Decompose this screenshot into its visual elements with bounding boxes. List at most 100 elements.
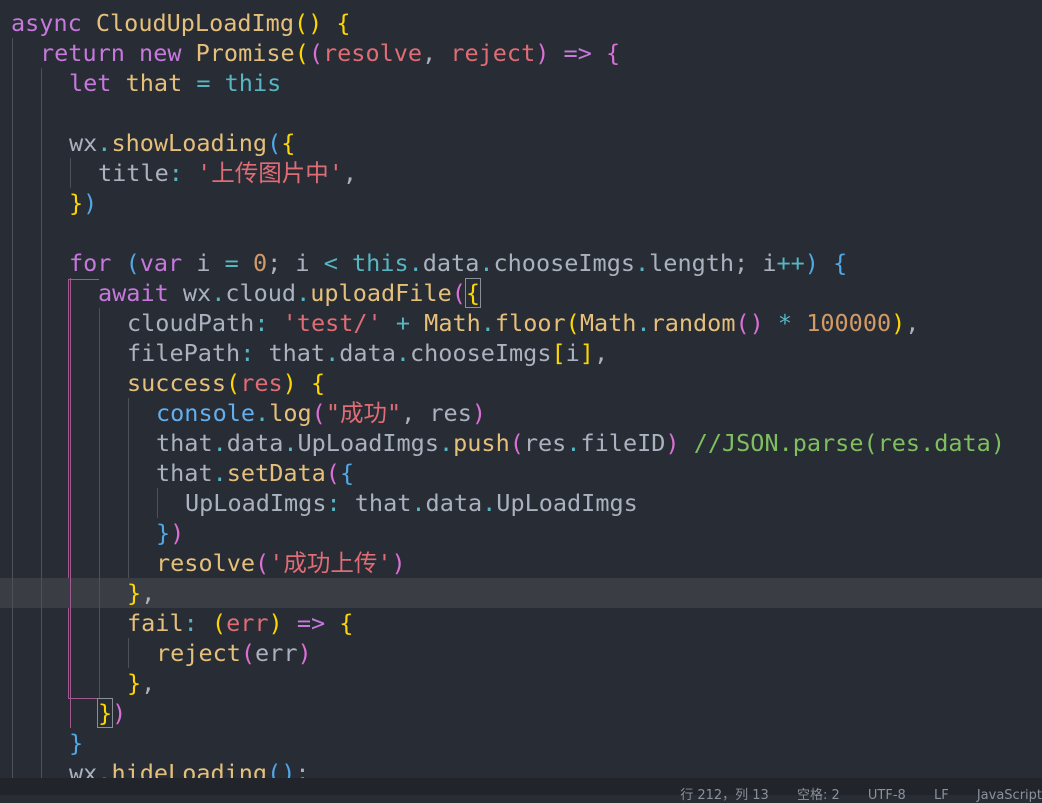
code-text: success(res) {	[127, 368, 325, 398]
code-line[interactable]: cloudPath: 'test/' + Math.floor(Math.ran…	[0, 308, 1042, 338]
code-token: await	[98, 279, 183, 307]
code-token: Math	[579, 309, 637, 337]
code-line[interactable]: })	[0, 698, 1042, 728]
code-line[interactable]: title: '上传图片中',	[0, 158, 1042, 188]
code-token: Promise	[195, 39, 295, 67]
code-line[interactable]: console.log("成功", res)	[0, 398, 1042, 428]
code-line[interactable]: return new Promise((resolve, reject) => …	[0, 38, 1042, 68]
code-token: =>	[296, 609, 326, 637]
status-encoding[interactable]: UTF-8	[868, 788, 906, 803]
status-indentation[interactable]: 空格: 2	[797, 788, 840, 803]
code-line[interactable]: UpLoadImgs: that.data.UpLoadImgs	[0, 488, 1042, 518]
code-token: .	[325, 339, 340, 367]
code-token: (	[125, 249, 140, 277]
code-text: return new Promise((resolve, reject) => …	[40, 38, 620, 68]
code-token: .	[566, 429, 581, 457]
code-text: that.setData({	[156, 458, 354, 488]
code-token: reject	[450, 39, 536, 67]
code-text: })	[156, 518, 184, 548]
code-token: )	[170, 519, 185, 547]
code-token: ()	[735, 309, 764, 337]
code-line[interactable]: },	[0, 578, 1042, 608]
code-token: +	[395, 309, 411, 337]
code-token: =>	[563, 39, 592, 67]
code-token: )	[282, 369, 297, 397]
code-token: .	[635, 249, 650, 277]
code-line[interactable]: that.setData({	[0, 458, 1042, 488]
code-line[interactable]: wx.showLoading({	[0, 128, 1042, 158]
indent-guide	[41, 638, 42, 668]
code-token: for	[69, 249, 126, 277]
code-line[interactable]: filePath: that.data.chooseImgs[i],	[0, 338, 1042, 368]
code-editor[interactable]: async CloudUpLoadImg() {return new Promi…	[0, 0, 1042, 778]
code-token: )	[804, 249, 819, 277]
indent-guide	[99, 488, 100, 518]
code-token: .	[482, 489, 497, 517]
indent-guide	[128, 638, 129, 668]
indent-guide	[70, 668, 71, 698]
code-line[interactable]	[0, 98, 1042, 128]
code-token: uploadFile	[310, 279, 452, 307]
code-token: let	[69, 69, 126, 97]
code-line[interactable]: async CloudUpLoadImg() {	[0, 8, 1042, 38]
code-text: for (var i = 0; i < this.data.chooseImgs…	[69, 248, 847, 278]
code-line[interactable]: },	[0, 668, 1042, 698]
code-line[interactable]: that.data.UpLoadImgs.push(res.fileID) //…	[0, 428, 1042, 458]
code-line[interactable]: let that = this	[0, 68, 1042, 98]
indent-guide	[41, 728, 42, 758]
indent-guide	[12, 458, 13, 488]
code-token: {	[336, 9, 351, 37]
status-language[interactable]: JavaScript	[977, 788, 1042, 803]
status-eol[interactable]: LF	[934, 788, 949, 803]
code-token: ()	[267, 759, 296, 778]
indent-guide	[70, 338, 71, 368]
code-token: }	[127, 669, 142, 697]
indent-guide	[41, 428, 42, 458]
code-token: fileID	[580, 429, 666, 457]
code-line[interactable]: for (var i = 0; i < this.data.chooseImgs…	[0, 248, 1042, 278]
indent-guide	[41, 698, 42, 728]
code-token: wx	[182, 279, 212, 307]
indent-guide	[99, 368, 100, 398]
code-line[interactable]: wx.hideLoading();	[0, 758, 1042, 778]
code-line[interactable]: })	[0, 518, 1042, 548]
code-token: title	[98, 159, 169, 187]
code-text: },	[127, 668, 155, 698]
code-token: //JSON.parse(res.data)	[693, 429, 1005, 457]
code-token: }	[127, 579, 142, 607]
code-token: .	[255, 399, 270, 427]
code-text: async CloudUpLoadImg() {	[11, 8, 351, 38]
code-token: push	[453, 429, 510, 457]
indent-guide	[99, 548, 100, 578]
code-token: .	[296, 279, 311, 307]
code-text: fail: (err) => {	[127, 608, 353, 638]
code-text: let that = this	[69, 68, 281, 98]
indent-guide	[128, 458, 129, 488]
indent-guide	[12, 38, 13, 68]
code-line[interactable]	[0, 218, 1042, 248]
code-line[interactable]: }	[0, 728, 1042, 758]
code-text: reject(err)	[156, 638, 312, 668]
code-line[interactable]: await wx.cloud.uploadFile({	[0, 278, 1042, 308]
code-line[interactable]: })	[0, 188, 1042, 218]
indent-guide	[99, 308, 100, 338]
status-cursor-position[interactable]: 行 212，列 13	[680, 788, 769, 803]
code-token: .	[97, 129, 112, 157]
code-line[interactable]: resolve('成功上传')	[0, 548, 1042, 578]
code-token: res	[240, 369, 283, 397]
indent-guide	[12, 728, 13, 758]
code-token: )	[297, 639, 312, 667]
code-token: that	[156, 429, 213, 457]
code-line[interactable]: fail: (err) => {	[0, 608, 1042, 638]
code-token: return	[40, 39, 140, 67]
indent-guide	[12, 638, 13, 668]
code-token: err	[255, 639, 298, 667]
indent-guide	[12, 518, 13, 548]
code-line[interactable]: reject(err)	[0, 638, 1042, 668]
code-token: }	[69, 189, 84, 217]
code-token: =	[224, 249, 239, 277]
code-line[interactable]: success(res) {	[0, 368, 1042, 398]
